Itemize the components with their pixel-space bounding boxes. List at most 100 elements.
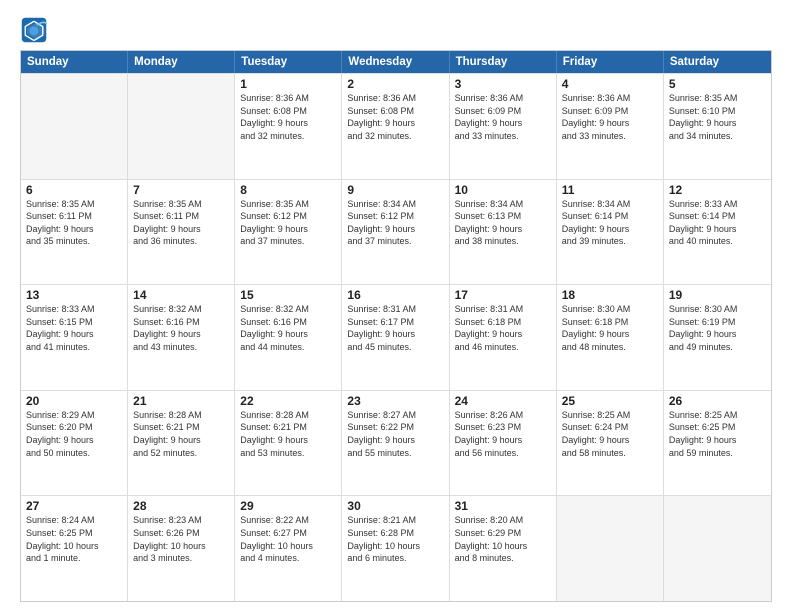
calendar-cell: 17Sunrise: 8:31 AM Sunset: 6:18 PM Dayli… [450,285,557,390]
day-header-monday: Monday [128,51,235,73]
day-info: Sunrise: 8:36 AM Sunset: 6:09 PM Dayligh… [562,92,658,142]
day-info: Sunrise: 8:27 AM Sunset: 6:22 PM Dayligh… [347,409,443,459]
day-info: Sunrise: 8:21 AM Sunset: 6:28 PM Dayligh… [347,514,443,564]
calendar-cell: 6Sunrise: 8:35 AM Sunset: 6:11 PM Daylig… [21,180,128,285]
day-info: Sunrise: 8:36 AM Sunset: 6:09 PM Dayligh… [455,92,551,142]
calendar-cell: 5Sunrise: 8:35 AM Sunset: 6:10 PM Daylig… [664,74,771,179]
day-number: 13 [26,288,122,302]
calendar-cell: 7Sunrise: 8:35 AM Sunset: 6:11 PM Daylig… [128,180,235,285]
calendar-cell: 21Sunrise: 8:28 AM Sunset: 6:21 PM Dayli… [128,391,235,496]
day-info: Sunrise: 8:32 AM Sunset: 6:16 PM Dayligh… [240,303,336,353]
day-info: Sunrise: 8:29 AM Sunset: 6:20 PM Dayligh… [26,409,122,459]
day-number: 20 [26,394,122,408]
day-info: Sunrise: 8:25 AM Sunset: 6:24 PM Dayligh… [562,409,658,459]
header [20,16,772,44]
day-info: Sunrise: 8:28 AM Sunset: 6:21 PM Dayligh… [240,409,336,459]
day-number: 16 [347,288,443,302]
day-number: 3 [455,77,551,91]
day-info: Sunrise: 8:31 AM Sunset: 6:17 PM Dayligh… [347,303,443,353]
day-number: 2 [347,77,443,91]
day-info: Sunrise: 8:33 AM Sunset: 6:15 PM Dayligh… [26,303,122,353]
day-number: 30 [347,499,443,513]
day-info: Sunrise: 8:26 AM Sunset: 6:23 PM Dayligh… [455,409,551,459]
calendar-cell: 1Sunrise: 8:36 AM Sunset: 6:08 PM Daylig… [235,74,342,179]
day-number: 27 [26,499,122,513]
day-header-saturday: Saturday [664,51,771,73]
day-number: 7 [133,183,229,197]
day-number: 6 [26,183,122,197]
day-header-friday: Friday [557,51,664,73]
calendar-cell: 15Sunrise: 8:32 AM Sunset: 6:16 PM Dayli… [235,285,342,390]
day-number: 26 [669,394,766,408]
calendar-cell [664,496,771,601]
logo-icon [20,16,48,44]
calendar-cell [128,74,235,179]
day-info: Sunrise: 8:30 AM Sunset: 6:18 PM Dayligh… [562,303,658,353]
day-number: 10 [455,183,551,197]
day-number: 14 [133,288,229,302]
day-info: Sunrise: 8:35 AM Sunset: 6:11 PM Dayligh… [26,198,122,248]
calendar-cell: 25Sunrise: 8:25 AM Sunset: 6:24 PM Dayli… [557,391,664,496]
day-info: Sunrise: 8:24 AM Sunset: 6:25 PM Dayligh… [26,514,122,564]
day-info: Sunrise: 8:34 AM Sunset: 6:13 PM Dayligh… [455,198,551,248]
day-info: Sunrise: 8:35 AM Sunset: 6:10 PM Dayligh… [669,92,766,142]
day-number: 21 [133,394,229,408]
day-number: 19 [669,288,766,302]
day-number: 8 [240,183,336,197]
day-header-sunday: Sunday [21,51,128,73]
calendar-cell: 3Sunrise: 8:36 AM Sunset: 6:09 PM Daylig… [450,74,557,179]
calendar-cell: 20Sunrise: 8:29 AM Sunset: 6:20 PM Dayli… [21,391,128,496]
day-number: 11 [562,183,658,197]
calendar-cell [557,496,664,601]
calendar-cell [21,74,128,179]
calendar-cell: 24Sunrise: 8:26 AM Sunset: 6:23 PM Dayli… [450,391,557,496]
day-header-wednesday: Wednesday [342,51,449,73]
day-info: Sunrise: 8:36 AM Sunset: 6:08 PM Dayligh… [240,92,336,142]
day-info: Sunrise: 8:36 AM Sunset: 6:08 PM Dayligh… [347,92,443,142]
calendar-row-0: 1Sunrise: 8:36 AM Sunset: 6:08 PM Daylig… [21,73,771,179]
calendar-cell: 10Sunrise: 8:34 AM Sunset: 6:13 PM Dayli… [450,180,557,285]
calendar-cell: 12Sunrise: 8:33 AM Sunset: 6:14 PM Dayli… [664,180,771,285]
day-number: 18 [562,288,658,302]
calendar-cell: 31Sunrise: 8:20 AM Sunset: 6:29 PM Dayli… [450,496,557,601]
day-info: Sunrise: 8:34 AM Sunset: 6:12 PM Dayligh… [347,198,443,248]
calendar-cell: 22Sunrise: 8:28 AM Sunset: 6:21 PM Dayli… [235,391,342,496]
day-info: Sunrise: 8:22 AM Sunset: 6:27 PM Dayligh… [240,514,336,564]
calendar-cell: 16Sunrise: 8:31 AM Sunset: 6:17 PM Dayli… [342,285,449,390]
calendar-body: 1Sunrise: 8:36 AM Sunset: 6:08 PM Daylig… [21,73,771,601]
day-number: 5 [669,77,766,91]
calendar-row-2: 13Sunrise: 8:33 AM Sunset: 6:15 PM Dayli… [21,284,771,390]
calendar-cell: 11Sunrise: 8:34 AM Sunset: 6:14 PM Dayli… [557,180,664,285]
day-number: 24 [455,394,551,408]
day-number: 22 [240,394,336,408]
day-info: Sunrise: 8:33 AM Sunset: 6:14 PM Dayligh… [669,198,766,248]
calendar-cell: 9Sunrise: 8:34 AM Sunset: 6:12 PM Daylig… [342,180,449,285]
day-info: Sunrise: 8:35 AM Sunset: 6:11 PM Dayligh… [133,198,229,248]
calendar-cell: 23Sunrise: 8:27 AM Sunset: 6:22 PM Dayli… [342,391,449,496]
calendar-cell: 30Sunrise: 8:21 AM Sunset: 6:28 PM Dayli… [342,496,449,601]
calendar-cell: 14Sunrise: 8:32 AM Sunset: 6:16 PM Dayli… [128,285,235,390]
day-info: Sunrise: 8:32 AM Sunset: 6:16 PM Dayligh… [133,303,229,353]
day-number: 31 [455,499,551,513]
day-info: Sunrise: 8:25 AM Sunset: 6:25 PM Dayligh… [669,409,766,459]
calendar-header: SundayMondayTuesdayWednesdayThursdayFrid… [21,51,771,73]
calendar-cell: 29Sunrise: 8:22 AM Sunset: 6:27 PM Dayli… [235,496,342,601]
day-number: 9 [347,183,443,197]
calendar-cell: 18Sunrise: 8:30 AM Sunset: 6:18 PM Dayli… [557,285,664,390]
calendar-cell: 19Sunrise: 8:30 AM Sunset: 6:19 PM Dayli… [664,285,771,390]
day-info: Sunrise: 8:34 AM Sunset: 6:14 PM Dayligh… [562,198,658,248]
day-number: 15 [240,288,336,302]
calendar-cell: 2Sunrise: 8:36 AM Sunset: 6:08 PM Daylig… [342,74,449,179]
calendar-row-1: 6Sunrise: 8:35 AM Sunset: 6:11 PM Daylig… [21,179,771,285]
day-info: Sunrise: 8:23 AM Sunset: 6:26 PM Dayligh… [133,514,229,564]
day-number: 12 [669,183,766,197]
calendar-cell: 27Sunrise: 8:24 AM Sunset: 6:25 PM Dayli… [21,496,128,601]
logo [20,16,52,44]
day-number: 23 [347,394,443,408]
day-info: Sunrise: 8:28 AM Sunset: 6:21 PM Dayligh… [133,409,229,459]
calendar: SundayMondayTuesdayWednesdayThursdayFrid… [20,50,772,602]
day-info: Sunrise: 8:20 AM Sunset: 6:29 PM Dayligh… [455,514,551,564]
day-number: 29 [240,499,336,513]
calendar-cell: 28Sunrise: 8:23 AM Sunset: 6:26 PM Dayli… [128,496,235,601]
day-number: 28 [133,499,229,513]
